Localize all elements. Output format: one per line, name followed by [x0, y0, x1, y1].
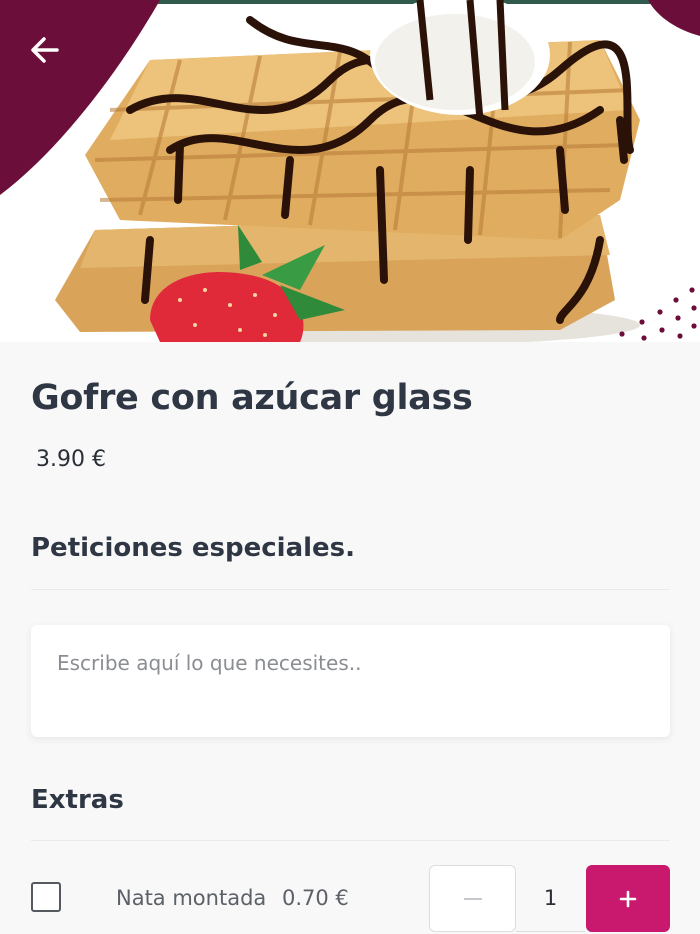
plus-icon — [619, 890, 637, 907]
product-hero — [0, 0, 700, 342]
special-requests-card — [31, 625, 670, 737]
extras-heading: Extras — [31, 785, 124, 815]
minus-icon — [463, 897, 482, 900]
back-button[interactable] — [22, 30, 68, 70]
arrow-left-icon — [31, 37, 59, 63]
extra-item-name: Nata montada — [116, 886, 267, 910]
quantity-stepper: 1 — [429, 865, 671, 932]
divider — [31, 840, 670, 841]
divider — [31, 589, 670, 590]
special-requests-input[interactable] — [31, 625, 670, 737]
extra-item-row: Nata montada 0.70 € 1 — [0, 860, 700, 934]
extra-item-price: 0.70 € — [282, 886, 349, 910]
extra-item-checkbox[interactable] — [31, 882, 61, 912]
product-price: 3.90 € — [36, 447, 106, 472]
quantity-value: 1 — [516, 865, 585, 932]
decorative-corner-shape — [648, 0, 700, 36]
decrease-button[interactable] — [429, 865, 516, 932]
increase-button[interactable] — [586, 865, 670, 932]
special-requests-heading: Peticiones especiales. — [31, 533, 356, 563]
decorative-dots — [619, 287, 697, 341]
product-title: Gofre con azúcar glass — [31, 378, 473, 418]
